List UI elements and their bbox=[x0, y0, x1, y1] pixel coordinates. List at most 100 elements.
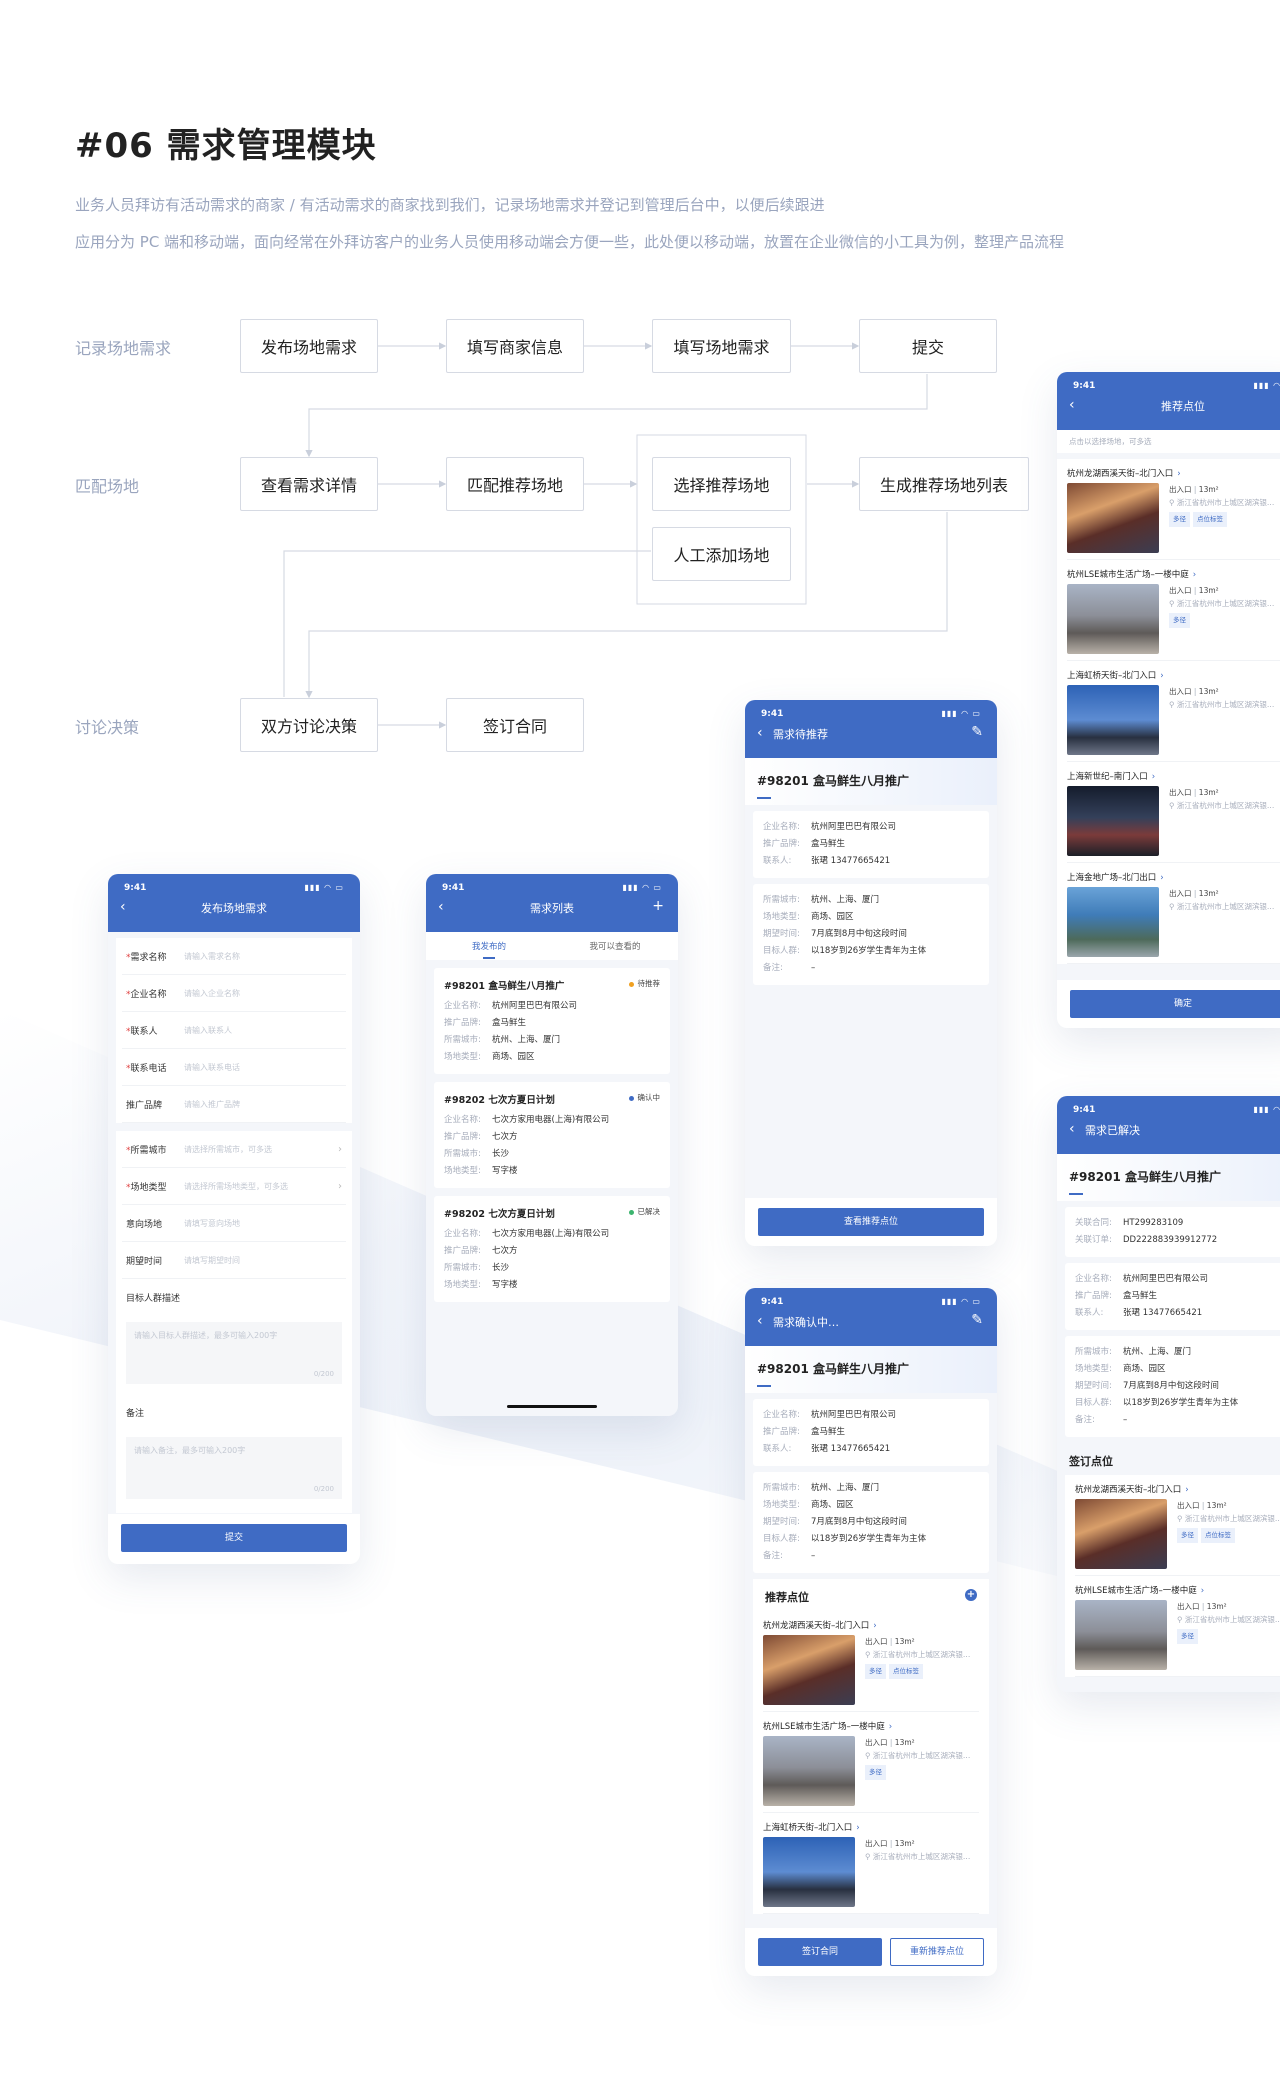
list-item[interactable]: #98202 七次方夏日计划 已解决 企业名称: 七次方家用电器(上海)有限公司 推广品… bbox=[434, 1196, 670, 1302]
sign-contract-button[interactable]: 签订合同 bbox=[758, 1938, 883, 1966]
chevron-right-icon[interactable]: › bbox=[1201, 1586, 1204, 1596]
chevron-right-icon[interactable]: › bbox=[1177, 469, 1180, 479]
info-key: 联系人: bbox=[763, 1444, 792, 1454]
view-recommendations-button[interactable]: 查看推荐点位 bbox=[758, 1208, 984, 1236]
location-item[interactable]: 上海新世纪–南门入口 › 出入口 | 13m² ⚲ 浙江省杭州市上城区湖滨银… bbox=[1067, 762, 1280, 863]
nav-title: 需求待推荐 bbox=[773, 728, 828, 741]
phone-demand-list: 9:41 ▮▮▮ ◠ ▭ ‹ 需求列表 + 我发布的 我可以查看的 #98201 盒马… bbox=[426, 874, 678, 1416]
info-key: 期望时间: bbox=[763, 1517, 800, 1527]
chevron-right-icon[interactable]: › bbox=[873, 1621, 876, 1631]
tab-my-published[interactable]: 我发布的 bbox=[426, 940, 552, 959]
info-value: 写字楼 bbox=[492, 1166, 518, 1176]
location-meta: 出入口 | 13m² ⚲ 浙江省杭州市上城区湖滨银… 多径 bbox=[855, 1736, 970, 1806]
confirm-button[interactable]: 确定 bbox=[1070, 990, 1280, 1018]
field-input[interactable]: 请输入联系人 bbox=[184, 1025, 342, 1036]
chevron-right-icon[interactable]: › bbox=[1152, 772, 1155, 782]
location-item[interactable]: 杭州LSE城市生活广场–一楼中庭 › 出入口 | 13m² ⚲ 浙江省杭州市上城区湖滨… bbox=[1067, 560, 1280, 661]
field-input[interactable]: 请输入企业名称 bbox=[184, 988, 342, 999]
field-input[interactable]: 请填写意向场地 bbox=[184, 1218, 342, 1229]
field-input[interactable]: 请输入需求名称 bbox=[184, 951, 342, 962]
chevron-right-icon[interactable]: › bbox=[856, 1823, 859, 1833]
field-label-text: 推广品牌 bbox=[126, 1100, 163, 1111]
info-row: 备注: – bbox=[763, 960, 979, 977]
chevron-right-icon[interactable]: › bbox=[1185, 1485, 1188, 1495]
separator: | bbox=[1199, 1602, 1207, 1611]
location-name: 杭州龙湖西溪天街–北门入口 › bbox=[1075, 1475, 1280, 1499]
status-badge: 已解决 bbox=[628, 1206, 660, 1220]
field-input[interactable]: 请选择所需场地类型，可多选 bbox=[184, 1181, 338, 1192]
location-meta: 出入口 | 13m² ⚲ 浙江省杭州市上城区湖滨银… 多径 点位标签 bbox=[1167, 1499, 1280, 1569]
chevron-right-icon[interactable]: › bbox=[889, 1722, 892, 1732]
form-row[interactable]: 期望时间 请填写期望时间 bbox=[122, 1242, 346, 1279]
location-item[interactable]: 上海虹桥天街–北门入口 › 出入口 | 13m² ⚲ 浙江省杭州市上城区湖滨银… bbox=[763, 1813, 979, 1914]
edit-icon[interactable]: ✎ bbox=[971, 1312, 983, 1328]
info-value: 盒马鲜生 bbox=[811, 1427, 846, 1437]
info-key: 企业名称: bbox=[1075, 1274, 1112, 1284]
info-key: 所需城市: bbox=[1075, 1347, 1112, 1357]
location-item[interactable]: 上海金地广场–北门出口 › 出入口 | 13m² ⚲ 浙江省杭州市上城区湖滨银… bbox=[1067, 863, 1280, 964]
list-item[interactable]: #98202 七次方夏日计划 确认中 企业名称: 七次方家用电器(上海)有限公司 推广品… bbox=[434, 1082, 670, 1188]
flow-step: 人工添加场地 bbox=[652, 527, 791, 581]
form-row[interactable]: *联系电话 请输入联系电话 bbox=[122, 1049, 346, 1086]
chevron-left-icon[interactable]: ‹ bbox=[757, 1313, 763, 1329]
location-title: 杭州龙湖西溪天街–北门入口 bbox=[763, 1621, 870, 1631]
form-row[interactable]: 推广品牌 请输入推广品牌 bbox=[122, 1086, 346, 1123]
location-meta: 出入口 | 13m² ⚲ 浙江省杭州市上城区湖滨银… bbox=[855, 1837, 970, 1907]
info-value: 商场、园区 bbox=[811, 912, 854, 922]
note-textarea[interactable]: 请输入备注，最多可输入200字 0/200 bbox=[126, 1437, 342, 1499]
info-row: 推广品牌: 盒马鲜生 bbox=[1075, 1288, 1280, 1305]
location-item[interactable]: 杭州LSE城市生活广场–一楼中庭 › 出入口 | 13m² ⚲ 浙江省杭州市上城区湖滨… bbox=[1075, 1576, 1280, 1677]
tab-viewable[interactable]: 我可以查看的 bbox=[552, 940, 678, 952]
field-input[interactable]: 请选择所需城市，可多选 bbox=[184, 1144, 338, 1155]
list-item[interactable]: #98201 盒马鲜生八月推广 待推荐 企业名称: 杭州阿里巴巴有限公司 推广品牌: 盒马… bbox=[434, 968, 670, 1074]
chevron-right-icon[interactable]: › bbox=[1160, 873, 1163, 883]
chevron-left-icon[interactable]: ‹ bbox=[1069, 397, 1075, 413]
form-row[interactable]: *联系人 请输入联系人 bbox=[122, 1012, 346, 1049]
chevron-right-icon[interactable]: › bbox=[338, 1181, 342, 1192]
form-row[interactable]: 意向场地 请填写意向场地 bbox=[122, 1205, 346, 1242]
flow-step: 填写商家信息 bbox=[446, 319, 584, 373]
chevron-left-icon[interactable]: ‹ bbox=[120, 899, 126, 915]
chevron-left-icon[interactable]: ‹ bbox=[438, 899, 444, 915]
info-row: 企业名称: 七次方家用电器(上海)有限公司 bbox=[444, 1226, 660, 1243]
info-value: 商场、园区 bbox=[811, 1500, 854, 1510]
submit-button[interactable]: 提交 bbox=[121, 1524, 347, 1552]
info-key: 场地类型: bbox=[444, 1052, 481, 1062]
info-row: 企业名称: 杭州阿里巴巴有限公司 bbox=[763, 1407, 979, 1424]
location-meta: 出入口 | 13m² ⚲ 浙江省杭州市上城区湖滨银… 多径 点位标签 bbox=[855, 1635, 970, 1705]
location-item[interactable]: 杭州LSE城市生活广场–一楼中庭 › 出入口 | 13m² ⚲ 浙江省杭州市上城区湖滨… bbox=[763, 1712, 979, 1813]
location-item[interactable]: 杭州龙湖西溪天街–北门入口 › 出入口 | 13m² ⚲ 浙江省杭州市上城区湖滨银… 多… bbox=[1075, 1475, 1280, 1576]
chevron-right-icon[interactable]: › bbox=[338, 1144, 342, 1155]
lane-match: 匹配场地 bbox=[75, 477, 140, 496]
chevron-left-icon[interactable]: ‹ bbox=[757, 725, 763, 741]
location-body: 出入口 | 13m² ⚲ 浙江省杭州市上城区湖滨银… bbox=[1067, 786, 1280, 856]
target-textarea[interactable]: 请输入目标人群描述，最多可输入200字 0/200 bbox=[126, 1322, 342, 1384]
status-dot bbox=[628, 1095, 634, 1101]
info-key: 推广品牌: bbox=[1075, 1291, 1112, 1301]
field-input[interactable]: 请输入联系电话 bbox=[184, 1062, 342, 1073]
field-label-text: 所需城市 bbox=[130, 1145, 167, 1156]
chevron-right-icon[interactable]: › bbox=[1160, 671, 1163, 681]
field-input[interactable]: 请输入推广品牌 bbox=[184, 1099, 342, 1110]
plus-icon[interactable]: + bbox=[965, 1589, 977, 1601]
chevron-left-icon[interactable]: ‹ bbox=[1069, 1121, 1075, 1137]
location-item[interactable]: 杭州龙湖西溪天街–北门入口 › 出入口 | 13m² ⚲ 浙江省杭州市上城区湖滨银… 多… bbox=[1067, 459, 1280, 560]
location-item[interactable]: 杭州龙湖西溪天街–北门入口 › 出入口 | 13m² ⚲ 浙江省杭州市上城区湖滨银… 多… bbox=[763, 1611, 979, 1712]
location-pin-icon: ⚲ bbox=[865, 1751, 873, 1760]
re-recommend-button[interactable]: 重新推荐点位 bbox=[890, 1938, 984, 1966]
location-photo bbox=[1067, 483, 1159, 553]
form-row[interactable]: *需求名称 请输入需求名称 bbox=[122, 938, 346, 975]
flow-step: 发布场地需求 bbox=[240, 319, 378, 373]
location-item[interactable]: 上海虹桥天街–北门入口 › 出入口 | 13m² ⚲ 浙江省杭州市上城区湖滨银… bbox=[1067, 661, 1280, 762]
field-input[interactable]: 请填写期望时间 bbox=[184, 1255, 342, 1266]
form-row[interactable]: *企业名称 请输入企业名称 bbox=[122, 975, 346, 1012]
info-row: 所需城市: 长沙 bbox=[444, 1146, 660, 1163]
chevron-right-icon[interactable]: › bbox=[1193, 570, 1196, 580]
plus-icon[interactable]: + bbox=[652, 898, 664, 914]
form-row[interactable]: *场地类型 请选择所需场地类型，可多选 › bbox=[122, 1168, 346, 1205]
form-row[interactable]: *所需城市 请选择所需城市，可多选 › bbox=[122, 1131, 346, 1168]
edit-icon[interactable]: ✎ bbox=[971, 724, 983, 740]
location-name: 杭州龙湖西溪天街–北门入口 › bbox=[763, 1611, 979, 1635]
entry-type: 出入口 bbox=[1169, 586, 1192, 595]
location-address: ⚲ 浙江省杭州市上城区湖滨银… bbox=[865, 1749, 970, 1762]
